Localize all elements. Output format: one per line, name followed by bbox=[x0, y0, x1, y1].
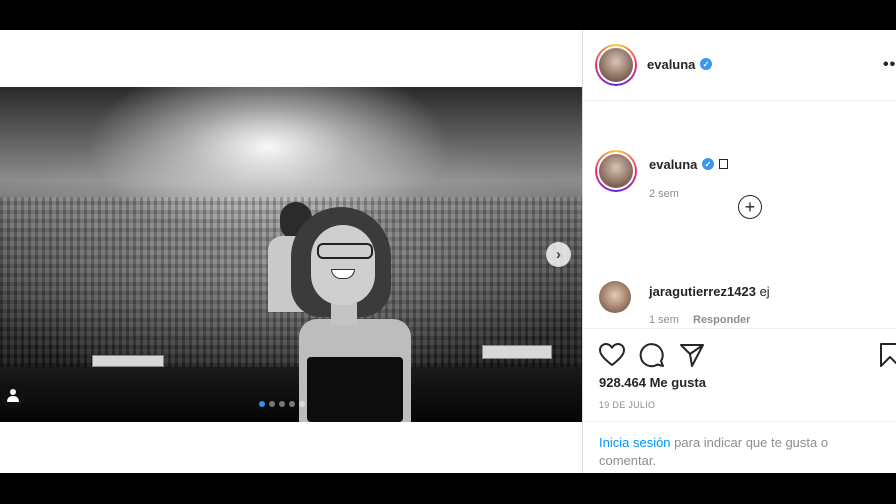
carousel-dot bbox=[289, 401, 295, 407]
post-date[interactable]: 19 DE JULIO bbox=[599, 400, 655, 410]
caption-time[interactable]: 2 sem bbox=[649, 188, 679, 200]
stage-light-left bbox=[92, 355, 164, 367]
login-link[interactable]: Inicia sesión bbox=[599, 435, 671, 450]
post-actions: 928.464 Me gusta 19 DE JULIO Inicia sesi… bbox=[583, 328, 896, 473]
post-header: evaluna ✓ •• bbox=[583, 30, 896, 101]
caption-avatar[interactable] bbox=[595, 150, 637, 192]
verified-badge-icon: ✓ bbox=[702, 158, 714, 170]
post-sidebar: evaluna ✓ •• evaluna ✓ 2 sem + jaragutie… bbox=[582, 30, 896, 473]
smiling-girl bbox=[285, 207, 425, 422]
carousel-indicator bbox=[259, 401, 305, 407]
carousel-next-button[interactable]: › bbox=[546, 242, 571, 267]
tagged-users-button[interactable] bbox=[0, 383, 25, 408]
carousel-dot bbox=[259, 401, 265, 407]
reply-button[interactable]: Responder bbox=[693, 314, 750, 326]
post-dialog: › evaluna ✓ •• evaluna ✓ 2 sem + jaragut… bbox=[0, 30, 896, 473]
stage-light-right bbox=[482, 345, 552, 359]
comment-avatar[interactable] bbox=[599, 281, 631, 313]
caption-username[interactable]: evaluna bbox=[649, 157, 697, 172]
comment-body: ej bbox=[759, 284, 770, 299]
comment-username: jaragutierrez1423 ej bbox=[649, 284, 770, 299]
share-icon[interactable] bbox=[679, 342, 705, 368]
comment-time[interactable]: 1 sem bbox=[649, 314, 679, 326]
plus-circle-icon: + bbox=[744, 197, 756, 217]
load-more-comments-button[interactable]: + bbox=[738, 195, 762, 219]
emoji-placeholder-icon bbox=[719, 159, 728, 169]
chevron-right-icon: › bbox=[556, 246, 561, 263]
verified-badge-icon: ✓ bbox=[700, 58, 712, 70]
heart-icon[interactable] bbox=[599, 343, 625, 367]
comments-list: evaluna ✓ 2 sem + jaragutierrez1423 ej 1… bbox=[583, 102, 896, 328]
carousel-dot bbox=[269, 401, 275, 407]
more-options-icon[interactable]: •• bbox=[883, 56, 896, 74]
photo-area: › bbox=[0, 30, 582, 473]
avatar[interactable] bbox=[595, 44, 637, 86]
comment-author[interactable]: jaragutierrez1423 bbox=[649, 284, 756, 299]
carousel-dot bbox=[279, 401, 285, 407]
login-prompt: Inicia sesión para indicar que te gusta … bbox=[583, 421, 896, 473]
header-username[interactable]: evaluna bbox=[647, 57, 695, 72]
carousel-dot bbox=[299, 401, 305, 407]
bookmark-icon[interactable] bbox=[879, 342, 896, 368]
post-photo[interactable]: › bbox=[0, 87, 582, 422]
comment-icon[interactable] bbox=[639, 342, 665, 368]
like-count[interactable]: 928.464 Me gusta bbox=[599, 375, 706, 390]
